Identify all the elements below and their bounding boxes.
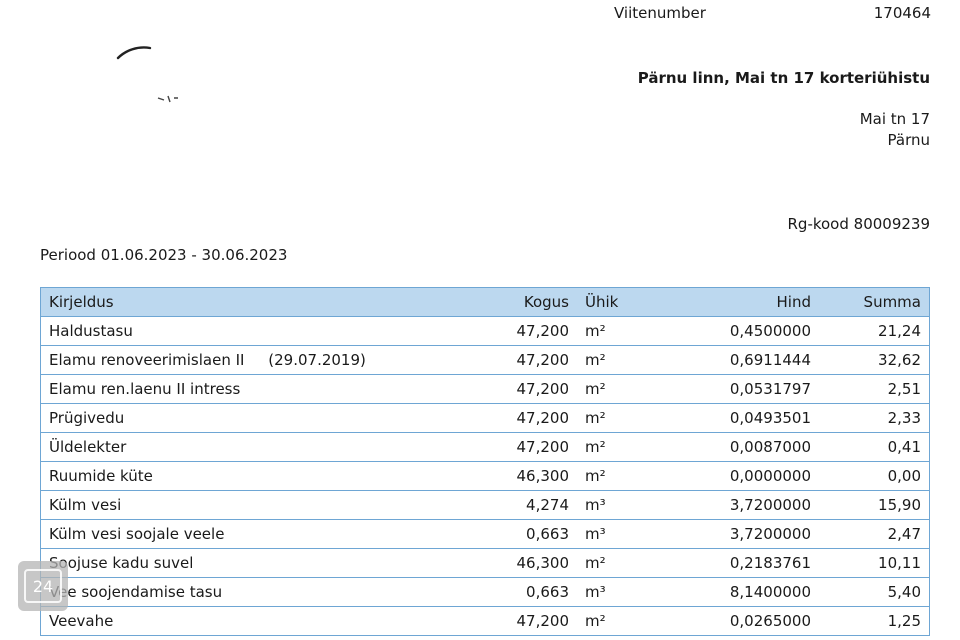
row-price: 0,0531797 [673,374,819,404]
reference-number-line: Viitenumber 170464 [614,4,931,22]
row-description: Üldelekter [40,432,471,462]
row-sum: 2,47 [819,519,930,549]
row-price: 0,4500000 [673,316,819,346]
recipient-street: Mai tn 17 [859,110,930,128]
table-row: Külm vesi 4,274 m³ 3,7200000 15,90 [40,490,930,520]
row-quantity: 47,200 [471,316,577,346]
header-price: Hind [673,287,819,317]
row-unit: m³ [577,519,673,549]
badge-label: 24 [24,569,62,603]
row-quantity: 46,300 [471,461,577,491]
row-sum: 1,25 [819,606,930,636]
row-sum: 2,51 [819,374,930,404]
row-price: 0,6911444 [673,345,819,375]
header-description: Kirjeldus [40,287,471,317]
table-row: Haldustasu 47,200 m² 0,4500000 21,24 [40,316,930,346]
row-unit: m² [577,432,673,462]
row-quantity: 47,200 [471,432,577,462]
row-price: 8,1400000 [673,577,819,607]
row-sum: 10,11 [819,548,930,578]
overlay-badge[interactable]: 24 [18,561,68,611]
row-sum: 21,24 [819,316,930,346]
row-sum: 0,00 [819,461,930,491]
row-unit: m³ [577,577,673,607]
row-description: Vee soojendamise tasu [40,577,471,607]
row-description: Elamu renoveerimislaen II (29.07.2019) [40,345,471,375]
row-price: 0,0000000 [673,461,819,491]
reference-label: Viitenumber [614,4,706,22]
row-price: 3,7200000 [673,519,819,549]
row-quantity: 47,200 [471,403,577,433]
recipient-reg-code: Rg-kood 80009239 [787,215,931,233]
table-row: Vee soojendamise tasu 0,663 m³ 8,1400000 5,4… [40,577,930,607]
recipient-city: Pärnu [887,131,930,149]
row-description: Haldustasu [40,316,471,346]
header-quantity: Kogus [471,287,577,317]
table-row: Ruumide küte 46,300 m² 0,0000000 0,00 [40,461,930,491]
row-unit: m² [577,461,673,491]
table-row: Üldelekter 47,200 m² 0,0087000 0,41 [40,432,930,462]
row-quantity: 47,200 [471,345,577,375]
row-quantity: 0,663 [471,519,577,549]
row-sum: 15,90 [819,490,930,520]
row-sum: 2,33 [819,403,930,433]
row-quantity: 47,200 [471,374,577,404]
recipient-name: Pärnu linn, Mai tn 17 korteriühistu [637,69,930,87]
table-row: Elamu renoveerimislaen II (29.07.2019) 47… [40,345,930,375]
row-unit: m³ [577,490,673,520]
row-description: Elamu ren.laenu II intress [40,374,471,404]
row-sum: 5,40 [819,577,930,607]
row-unit: m² [577,345,673,375]
table-row: Veevahe 47,200 m² 0,0265000 1,25 [40,606,930,636]
row-description: Soojuse kadu suvel [40,548,471,578]
header-unit: Ühik [577,287,673,317]
row-description: Külm vesi [40,490,471,520]
signature-logo-icon [116,46,178,103]
row-description: Veevahe [40,606,471,636]
table-row: Soojuse kadu suvel 46,300 m² 0,2183761 10,11 [40,548,930,578]
table-header-row: Kirjeldus Kogus Ühik Hind Summa [40,287,930,317]
invoice-table: Kirjeldus Kogus Ühik Hind Summa Haldusta… [40,287,930,636]
header-sum: Summa [819,287,930,317]
row-description: Külm vesi soojale veele [40,519,471,549]
row-description: Prügivedu [40,403,471,433]
row-quantity: 47,200 [471,606,577,636]
table-row: Prügivedu 47,200 m² 0,0493501 2,33 [40,403,930,433]
row-description: Ruumide küte [40,461,471,491]
row-sum: 32,62 [819,345,930,375]
table-row: Elamu ren.laenu II intress 47,200 m² 0,0531… [40,374,930,404]
row-quantity: 4,274 [471,490,577,520]
recipient-address: Mai tn 17 Pärnu [860,109,930,151]
row-unit: m² [577,548,673,578]
row-sum: 0,41 [819,432,930,462]
billing-period: Periood 01.06.2023 - 30.06.2023 [40,246,288,264]
row-quantity: 0,663 [471,577,577,607]
table-row: Külm vesi soojale veele 0,663 m³ 3,7200000 2… [40,519,930,549]
row-unit: m² [577,606,673,636]
row-price: 0,2183761 [673,548,819,578]
row-unit: m² [577,403,673,433]
reference-value: 170464 [873,4,931,22]
row-unit: m² [577,374,673,404]
row-price: 3,7200000 [673,490,819,520]
row-price: 0,0265000 [673,606,819,636]
row-quantity: 46,300 [471,548,577,578]
row-price: 0,0493501 [673,403,819,433]
row-unit: m² [577,316,673,346]
row-price: 0,0087000 [673,432,819,462]
